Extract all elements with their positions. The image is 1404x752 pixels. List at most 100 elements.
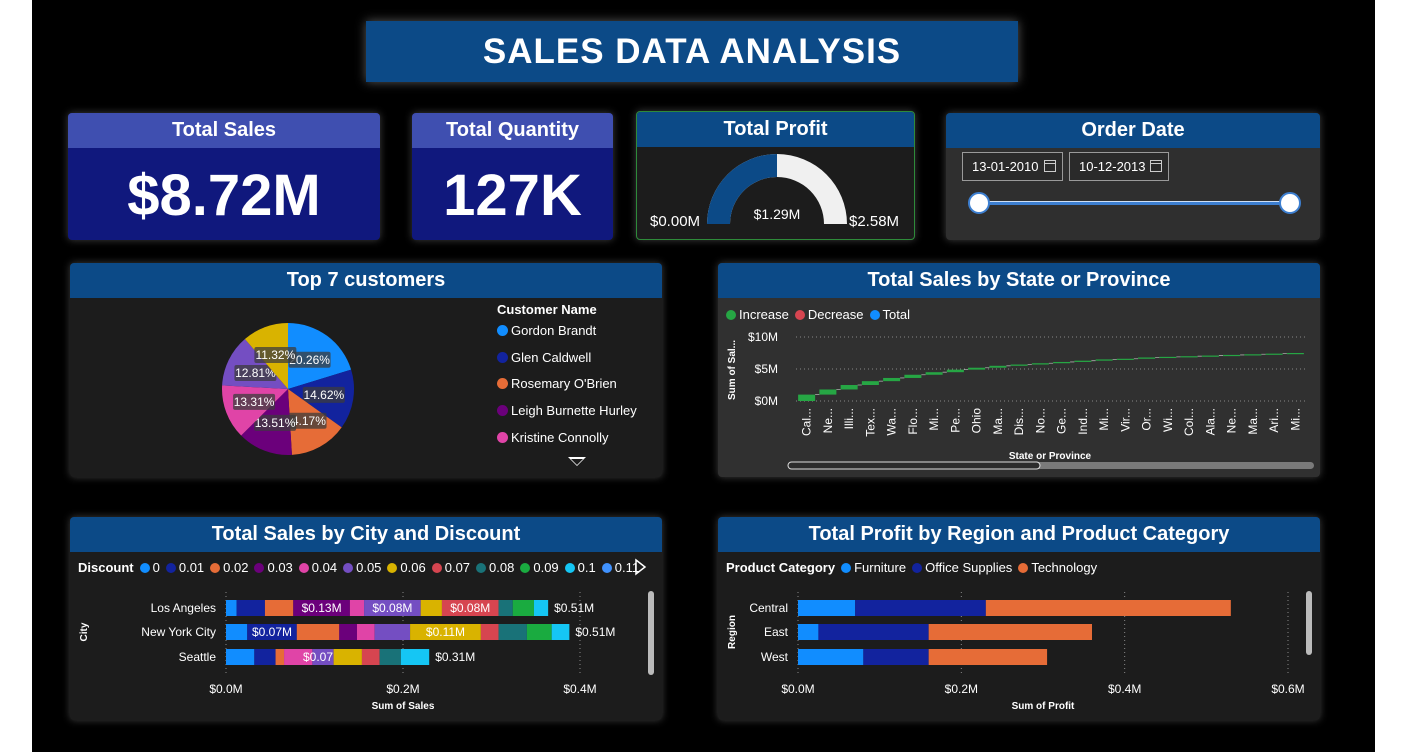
x-tick-label: $0.0M xyxy=(209,682,242,696)
waterfall-bar[interactable] xyxy=(1244,354,1262,356)
bar-segment[interactable] xyxy=(226,600,237,616)
total-sales-card[interactable]: Total Sales $8.72M xyxy=(68,113,380,240)
gauge-min-label: $0.00M xyxy=(650,213,700,230)
profit-by-region-card[interactable]: Total Profit by Region and Product Categ… xyxy=(718,517,1320,720)
total-profit-card[interactable]: Total Profit $1.29M $0.00M $2.58M xyxy=(636,111,915,240)
pie-legend-item[interactable]: Leigh Burnette Hurley xyxy=(497,403,637,418)
waterfall-bar[interactable] xyxy=(1138,357,1156,359)
waterfall-bar[interactable] xyxy=(904,374,922,378)
waterfall-bar[interactable] xyxy=(1286,353,1304,355)
waterfall-bar[interactable] xyxy=(1116,358,1134,360)
pie-data-label: 12.81% xyxy=(235,366,276,380)
bar-segment[interactable] xyxy=(526,624,552,640)
bar-segment[interactable] xyxy=(400,649,430,665)
bar-segment[interactable] xyxy=(333,649,362,665)
y-axis-title: Sum of Sal... xyxy=(727,340,738,400)
waterfall-bar[interactable] xyxy=(1201,355,1219,357)
waterfall-bar[interactable] xyxy=(925,372,943,375)
bar-segment[interactable] xyxy=(379,649,401,665)
bar-data-label: $0.07M xyxy=(252,625,292,639)
bar-segment[interactable] xyxy=(356,624,375,640)
bar-data-label: $0.08M xyxy=(450,601,490,615)
bar-segment[interactable] xyxy=(361,649,380,665)
start-date-value: 13-01-2010 xyxy=(972,159,1039,174)
total-quantity-card[interactable]: Total Quantity 127K xyxy=(412,113,613,240)
waterfall-bar[interactable] xyxy=(819,389,837,395)
bar-segment[interactable] xyxy=(226,624,248,640)
bar-segment[interactable] xyxy=(236,600,265,616)
pie-legend-item[interactable]: Glen Caldwell xyxy=(497,350,591,365)
bar-segment[interactable] xyxy=(533,600,549,616)
legend-next-icon[interactable] xyxy=(635,558,647,576)
legend-color-dot xyxy=(497,378,508,390)
scrollbar-thumb[interactable] xyxy=(787,461,1041,470)
pie-legend-item[interactable]: Gordon Brandt xyxy=(497,323,596,338)
waterfall-bar[interactable] xyxy=(840,385,858,390)
waterfall-bar[interactable] xyxy=(946,369,964,373)
bar-segment[interactable] xyxy=(226,649,255,665)
date-range-track[interactable] xyxy=(980,201,1290,205)
x-tick-label: Wa... xyxy=(885,408,899,436)
bar-segment[interactable] xyxy=(349,600,365,616)
waterfall-bar[interactable] xyxy=(1223,354,1241,357)
waterfall-bar[interactable] xyxy=(798,394,816,401)
bar-segment[interactable] xyxy=(863,649,929,665)
waterfall-bar[interactable] xyxy=(1010,364,1028,366)
waterfall-bar[interactable] xyxy=(1180,356,1198,358)
bar-segment[interactable] xyxy=(798,649,864,665)
sales-by-city-card[interactable]: Total Sales by City and Discount Discoun… xyxy=(70,517,662,720)
bar-segment[interactable] xyxy=(420,600,442,616)
y-category-label: Central xyxy=(749,601,788,615)
bar-segment[interactable] xyxy=(985,600,1231,616)
bar-segment[interactable] xyxy=(928,649,1048,665)
top-customers-card[interactable]: Top 7 customers 20.26% 14.62% 14.17% 13.51%… xyxy=(70,263,662,477)
x-tick-label: Wi... xyxy=(1161,408,1175,432)
vertical-scrollbar[interactable] xyxy=(648,591,654,675)
bar-data-label: $0.11M xyxy=(426,625,465,639)
waterfall-bar[interactable] xyxy=(1031,363,1049,365)
legend-color-dot xyxy=(497,351,508,363)
start-date-input[interactable]: 13-01-2010 xyxy=(962,152,1063,181)
bar-segment[interactable] xyxy=(818,624,929,640)
bar-segment[interactable] xyxy=(275,649,285,665)
calendar-icon[interactable] xyxy=(1150,160,1162,172)
waterfall-bar[interactable] xyxy=(861,381,879,385)
waterfall-bar[interactable] xyxy=(968,367,986,370)
bar-segment[interactable] xyxy=(339,624,357,640)
bar-segment[interactable] xyxy=(498,600,513,616)
waterfall-bar[interactable] xyxy=(1074,360,1092,362)
waterfall-bar[interactable] xyxy=(1159,356,1177,359)
waterfall-bar[interactable] xyxy=(1095,359,1113,361)
vertical-scrollbar[interactable] xyxy=(1306,591,1312,655)
bar-segment[interactable] xyxy=(551,624,570,640)
legend-color-dot xyxy=(497,405,508,417)
profit-by-region-chart: $0.0M $0.2M $0.4M $0.6M Sum of Profit Region C… xyxy=(727,591,1312,712)
calendar-icon[interactable] xyxy=(1044,160,1056,172)
x-tick-label: No... xyxy=(1033,408,1047,433)
pie-legend-item[interactable]: Kristine Connolly xyxy=(497,430,609,445)
waterfall-bar[interactable] xyxy=(989,365,1007,368)
bar-segment[interactable] xyxy=(798,600,856,616)
bar-segment[interactable] xyxy=(254,649,276,665)
pie-legend-item[interactable]: Rosemary O'Brien xyxy=(497,376,617,391)
x-tick-label: $0.2M xyxy=(945,682,978,696)
y-axis-title: City xyxy=(79,622,90,641)
waterfall-bar[interactable] xyxy=(883,377,901,382)
waterfall-bar[interactable] xyxy=(1265,353,1283,355)
start-date-handle[interactable] xyxy=(968,192,990,214)
legend-label: Glen Caldwell xyxy=(511,349,592,365)
bar-segment[interactable] xyxy=(498,624,527,640)
bar-segment[interactable] xyxy=(798,624,819,640)
end-date-value: 10-12-2013 xyxy=(1079,159,1146,174)
end-date-input[interactable]: 10-12-2013 xyxy=(1069,152,1169,181)
bar-segment[interactable] xyxy=(855,600,986,616)
waterfall-bar[interactable] xyxy=(1053,361,1071,364)
bar-segment[interactable] xyxy=(928,624,1092,640)
bar-segment[interactable] xyxy=(296,624,340,640)
sales-by-state-card[interactable]: Total Sales by State or Province Increas… xyxy=(718,263,1320,477)
end-date-handle[interactable] xyxy=(1279,192,1301,214)
bar-segment[interactable] xyxy=(374,624,411,640)
bar-segment[interactable] xyxy=(512,600,534,616)
bar-segment[interactable] xyxy=(264,600,294,616)
bar-segment[interactable] xyxy=(480,624,499,640)
